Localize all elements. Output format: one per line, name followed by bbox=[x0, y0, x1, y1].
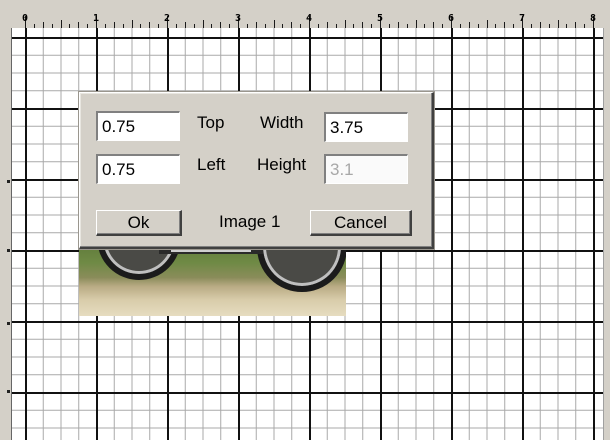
ruler-number: 2 bbox=[163, 13, 171, 24]
vertical-ruler bbox=[0, 28, 11, 440]
width-field[interactable]: 3.75 bbox=[324, 112, 408, 142]
ruler-tick bbox=[558, 20, 559, 28]
ruler-number: 5 bbox=[376, 13, 384, 24]
height-label: Height bbox=[257, 155, 307, 174]
left-label: Left bbox=[197, 155, 226, 174]
ruler-mark bbox=[7, 390, 10, 393]
ruler-mark bbox=[7, 249, 10, 252]
ruler-mark bbox=[7, 180, 10, 183]
ruler-tick bbox=[487, 20, 488, 28]
ruler-number: 3 bbox=[234, 13, 242, 24]
width-label: Width bbox=[260, 113, 304, 132]
vertical-scrollbar[interactable] bbox=[603, 28, 610, 440]
ruler-tick bbox=[132, 20, 133, 28]
ruler-tick bbox=[61, 20, 62, 28]
placed-image[interactable] bbox=[79, 242, 346, 316]
ruler-number: 0 bbox=[21, 13, 29, 24]
wheel-right bbox=[257, 242, 346, 292]
top-label: Top bbox=[197, 113, 225, 132]
ruler-tick bbox=[203, 20, 204, 28]
ruler-mark bbox=[7, 322, 10, 325]
image-name-label: Image 1 bbox=[219, 212, 281, 231]
ruler-number: 7 bbox=[518, 13, 526, 24]
ruler-number: 1 bbox=[92, 13, 100, 24]
left-field[interactable]: 0.75 bbox=[96, 154, 180, 184]
ok-button[interactable]: Ok bbox=[96, 210, 182, 236]
ruler-tick bbox=[345, 20, 346, 28]
ruler-tick bbox=[416, 20, 417, 28]
horizontal-ruler: 0 1 2 3 4 5 6 7 8 bbox=[0, 0, 610, 29]
image-position-dialog: 0.75 Top Width 3.75 0.75 Left Height 3.1… bbox=[79, 92, 434, 249]
ruler-number: 8 bbox=[589, 13, 597, 24]
ruler-number: 4 bbox=[305, 13, 313, 24]
height-field[interactable]: 3.1 bbox=[324, 154, 408, 184]
top-field[interactable]: 0.75 bbox=[96, 111, 180, 141]
ruler-tick bbox=[274, 20, 275, 28]
ruler-number: 6 bbox=[447, 13, 455, 24]
cancel-button[interactable]: Cancel bbox=[310, 210, 412, 236]
